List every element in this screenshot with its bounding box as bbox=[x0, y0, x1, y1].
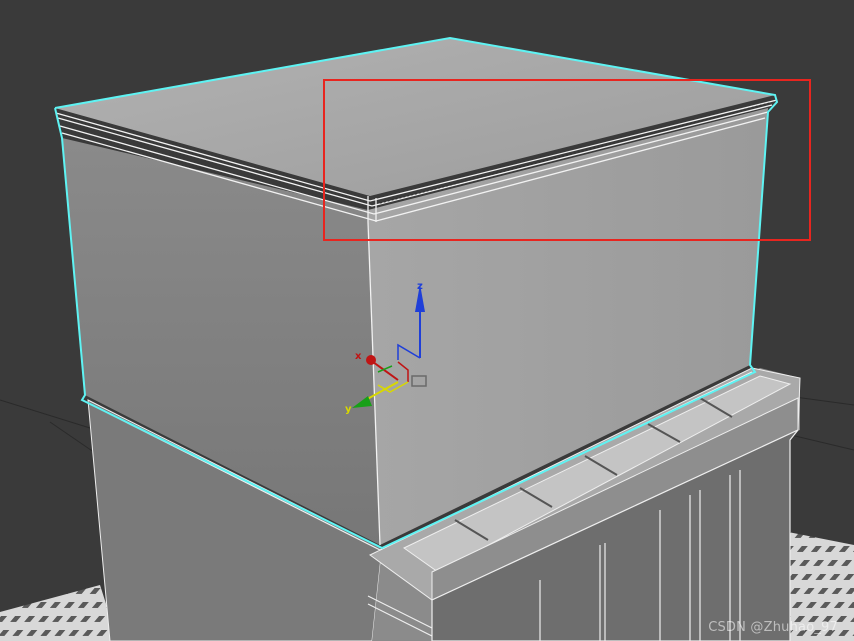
x-axis-handle[interactable] bbox=[366, 355, 376, 365]
scene-canvas[interactable]: z x y bbox=[0, 0, 854, 641]
z-axis-label: z bbox=[417, 281, 423, 292]
3d-viewport[interactable]: z x y CSDN @Zhuhao_97 bbox=[0, 0, 854, 641]
watermark-text: CSDN @Zhuhao_97 bbox=[708, 620, 838, 635]
y-axis-label: y bbox=[345, 404, 352, 415]
x-axis-label: x bbox=[355, 351, 362, 362]
